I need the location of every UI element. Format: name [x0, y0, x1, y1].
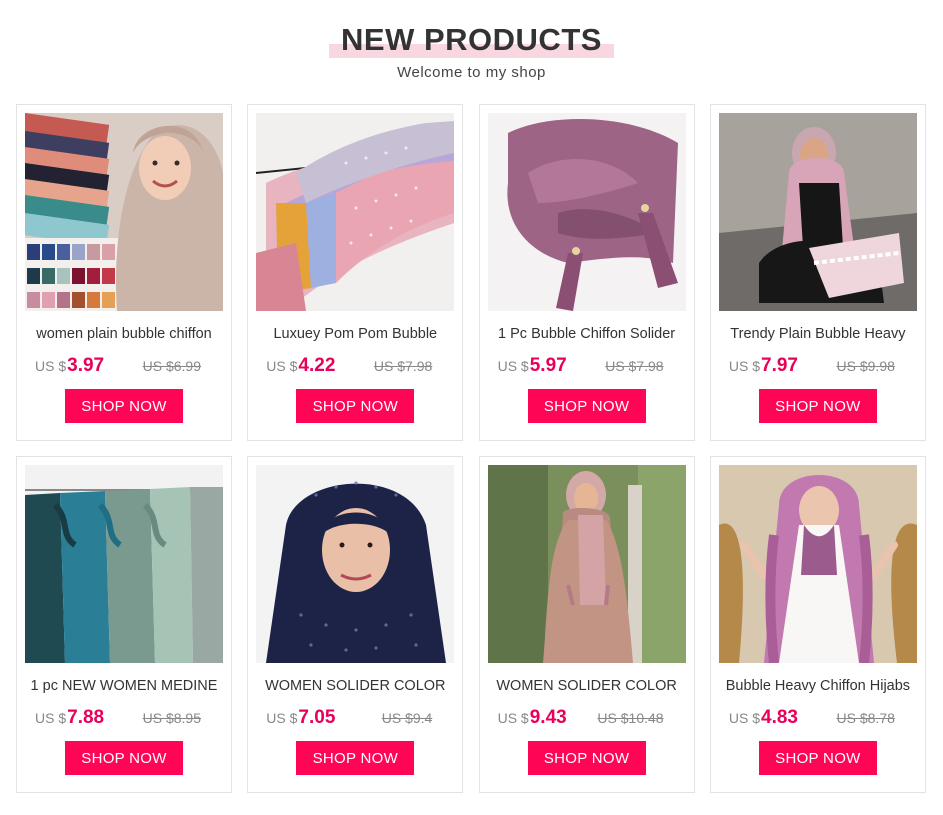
price-row: US $ 5.97 US $7.98	[488, 355, 686, 377]
price-row: US $ 3.97 US $6.99	[25, 355, 223, 377]
price-row: US $ 7.97 US $9.98	[719, 355, 917, 377]
product-image[interactable]	[256, 465, 455, 663]
currency-label: US $	[35, 358, 67, 374]
product-image[interactable]	[718, 465, 917, 663]
price-row: US $ 9.43 US $10.48	[488, 707, 686, 729]
product-grid: women plain bubble chiffon US $ 3.97 US …	[16, 104, 928, 793]
product-card: WOMEN SOLIDER COLOR US $ 7.05 US $9.4 SH…	[247, 456, 464, 793]
product-name[interactable]: WOMEN SOLIDER COLOR	[488, 676, 686, 698]
product-card: 1 Pc Bubble Chiffon Solider US $ 5.97 US…	[478, 104, 695, 441]
currency-label: US $	[728, 710, 761, 726]
shop-now-button[interactable]: SHOP NOW	[65, 741, 183, 775]
original-price: US $6.99	[142, 358, 201, 374]
current-price: 4.83	[761, 707, 798, 728]
product-image[interactable]	[25, 113, 223, 311]
current-price: 7.05	[298, 707, 336, 728]
page-title: NEW PRODUCTS	[341, 22, 602, 57]
currency-label: US $	[728, 358, 761, 374]
current-price: 5.97	[529, 355, 567, 376]
original-price: US $10.48	[597, 710, 664, 726]
shop-now-button[interactable]: SHOP NOW	[296, 741, 415, 775]
product-name[interactable]: women plain bubble chiffon	[25, 324, 223, 346]
product-card: women plain bubble chiffon US $ 3.97 US …	[16, 104, 232, 441]
current-price: 4.22	[298, 355, 336, 376]
product-image[interactable]	[487, 113, 686, 311]
shop-now-button[interactable]: SHOP NOW	[527, 741, 646, 775]
price-row: US $ 4.22 US $7.98	[256, 355, 454, 377]
product-image[interactable]	[718, 113, 917, 311]
product-image[interactable]	[487, 465, 686, 663]
original-price: US $9.98	[836, 358, 895, 374]
product-name[interactable]: WOMEN SOLIDER COLOR	[256, 676, 454, 698]
price-row: US $ 7.88 US $8.95	[25, 707, 223, 729]
currency-label: US $	[497, 710, 529, 726]
original-price: US $7.98	[373, 358, 433, 374]
currency-label: US $	[35, 710, 67, 726]
product-name[interactable]: Bubble Heavy Chiffon Hijabs	[719, 676, 917, 698]
page-subtitle: Welcome to my shop	[397, 64, 546, 81]
product-name[interactable]: 1 pc NEW WOMEN MEDINE	[25, 676, 223, 698]
product-name[interactable]: Trendy Plain Bubble Heavy	[719, 324, 917, 346]
price-row: US $ 7.05 US $9.4	[256, 707, 454, 729]
price-row: US $ 4.83 US $8.78	[719, 707, 917, 729]
product-name[interactable]: Luxuey Pom Pom Bubble	[256, 324, 454, 346]
original-price: US $8.95	[142, 710, 201, 726]
original-price: US $9.4	[381, 710, 433, 726]
currency-label: US $	[266, 358, 298, 374]
product-card: 1 pc NEW WOMEN MEDINE US $ 7.88 US $8.95…	[16, 456, 232, 793]
product-name[interactable]: 1 Pc Bubble Chiffon Solider	[488, 324, 686, 346]
current-price: 7.88	[67, 707, 105, 728]
original-price: US $8.78	[836, 710, 895, 726]
current-price: 9.43	[529, 707, 567, 728]
product-image[interactable]	[256, 113, 455, 311]
section-header: NEW PRODUCTS Welcome to my shop	[0, 22, 943, 81]
product-card: Trendy Plain Bubble Heavy US $ 7.97 US $…	[709, 104, 926, 441]
original-price: US $7.98	[605, 358, 664, 374]
product-card: Luxuey Pom Pom Bubble US $ 4.22 US $7.98…	[247, 104, 464, 441]
product-card: Bubble Heavy Chiffon Hijabs US $ 4.83 US…	[709, 456, 926, 793]
current-price: 7.97	[761, 355, 798, 376]
title-wrap: NEW PRODUCTS	[329, 22, 614, 58]
shop-now-button[interactable]: SHOP NOW	[758, 389, 877, 423]
currency-label: US $	[266, 710, 298, 726]
product-image[interactable]	[25, 465, 223, 663]
product-card: WOMEN SOLIDER COLOR US $ 9.43 US $10.48 …	[478, 456, 695, 793]
shop-now-button[interactable]: SHOP NOW	[65, 389, 183, 423]
shop-now-button[interactable]: SHOP NOW	[296, 389, 415, 423]
page: NEW PRODUCTS Welcome to my shop women pl…	[0, 0, 943, 815]
shop-now-button[interactable]: SHOP NOW	[527, 389, 646, 423]
current-price: 3.97	[67, 355, 105, 376]
shop-now-button[interactable]: SHOP NOW	[758, 741, 877, 775]
currency-label: US $	[497, 358, 529, 374]
